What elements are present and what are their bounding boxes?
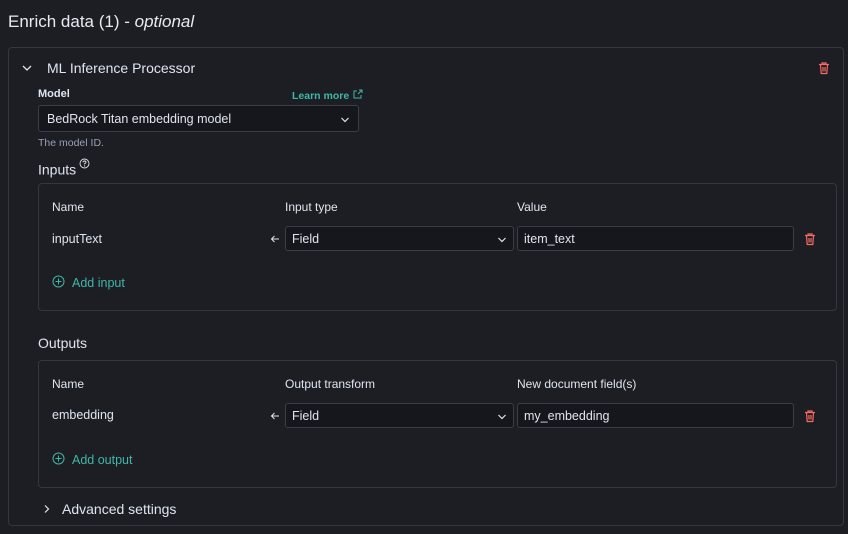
output-field-text: my_embedding xyxy=(524,409,610,423)
input-type-select[interactable]: Field xyxy=(285,226,514,251)
add-input-label: Add input xyxy=(72,276,125,290)
input-value-field[interactable]: item_text xyxy=(517,226,794,251)
learn-more-label: Learn more xyxy=(292,89,350,102)
inputs-col-type: Input type xyxy=(285,200,338,214)
input-row-name: inputText xyxy=(52,232,103,246)
trash-icon[interactable] xyxy=(802,408,818,424)
outputs-col-value: New document field(s) xyxy=(517,377,637,391)
add-input-button[interactable]: Add input xyxy=(52,275,125,291)
outputs-col-type: Output transform xyxy=(285,377,376,391)
add-output-button[interactable]: Add output xyxy=(52,452,132,468)
section-title-main: Enrich data (1) xyxy=(8,12,120,31)
chevron-down-icon[interactable] xyxy=(19,60,35,76)
arrow-left-icon xyxy=(269,410,281,422)
advanced-settings-label: Advanced settings xyxy=(62,501,177,517)
inputs-col-name: Name xyxy=(52,200,85,214)
outputs-table: Name Output transform New document field… xyxy=(38,360,837,488)
inputs-title-label: Inputs xyxy=(38,161,77,178)
section-title-separator: - xyxy=(119,12,135,31)
add-output-label: Add output xyxy=(72,453,133,467)
processor-header[interactable]: ML Inference Processor xyxy=(19,60,195,76)
chevron-down-icon xyxy=(497,411,507,425)
output-field-input[interactable]: my_embedding xyxy=(517,403,794,428)
inputs-table: Name Input type Value inputText Field it… xyxy=(38,183,837,311)
chevron-right-icon xyxy=(42,501,52,517)
trash-icon[interactable] xyxy=(816,60,832,76)
trash-icon[interactable] xyxy=(802,231,818,247)
model-select-value: BedRock Titan embedding model xyxy=(47,112,232,126)
outputs-col-name: Name xyxy=(52,377,85,391)
input-type-value: Field xyxy=(292,232,320,246)
chevron-down-icon xyxy=(340,114,350,128)
ml-inference-processor-panel: ML Inference Processor Model Learn more … xyxy=(8,47,844,526)
plus-circle-icon xyxy=(52,275,65,291)
inputs-col-value: Value xyxy=(517,200,547,214)
model-label: Model xyxy=(38,88,70,100)
external-link-icon xyxy=(353,89,363,102)
output-row-name: embedding xyxy=(52,408,114,422)
plus-circle-icon xyxy=(52,452,65,468)
model-select[interactable]: BedRock Titan embedding model xyxy=(38,105,359,132)
output-transform-value: Field xyxy=(292,409,320,423)
section-title-optional: optional xyxy=(134,12,195,31)
inputs-title: Inputs xyxy=(38,158,90,178)
outputs-title: Outputs xyxy=(38,335,88,351)
input-value-text: item_text xyxy=(524,232,575,246)
advanced-settings-toggle[interactable]: Advanced settings xyxy=(42,501,176,517)
model-help-text: The model ID. xyxy=(38,137,104,149)
section-title: Enrich data (1) - optional xyxy=(8,12,194,32)
output-transform-select[interactable]: Field xyxy=(285,403,514,428)
question-circle-icon[interactable] xyxy=(79,158,90,169)
enrich-data-section: Enrich data (1) - optional ML Inference … xyxy=(0,0,848,534)
arrow-left-icon xyxy=(269,233,281,245)
processor-title: ML Inference Processor xyxy=(47,60,196,76)
learn-more-link[interactable]: Learn more xyxy=(292,89,363,102)
chevron-down-icon xyxy=(497,234,507,248)
